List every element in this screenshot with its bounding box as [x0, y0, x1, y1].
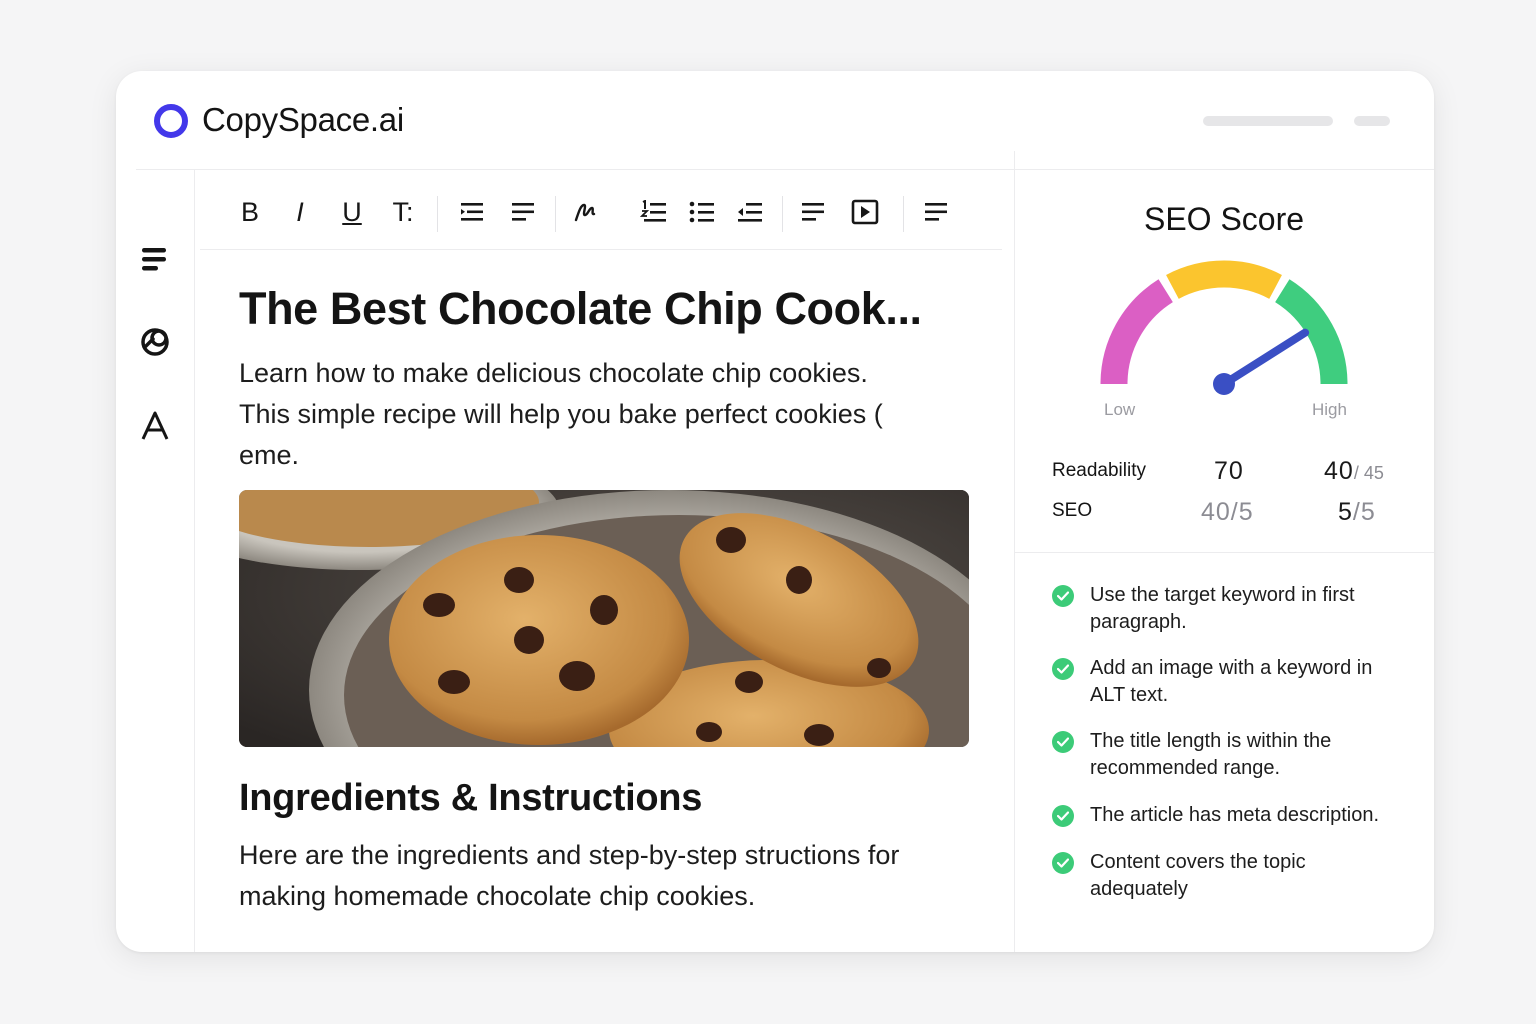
checklist-line: Use the target keyword in first: [1090, 584, 1355, 606]
more-lines-icon[interactable]: [920, 197, 952, 227]
checklist-item-text: Content covers the topic adequately: [1090, 849, 1410, 903]
gauge-low-segment: [1100, 279, 1174, 385]
article-title[interactable]: The Best Chocolate Chip Cook...: [239, 283, 922, 335]
bold-button[interactable]: B: [234, 197, 266, 227]
intro-line: eme.: [239, 440, 300, 470]
overlap-circles-icon[interactable]: [138, 325, 172, 359]
toolbar-separator: [555, 196, 556, 232]
article-intro[interactable]: Learn how to make delicious chocolate ch…: [239, 353, 922, 476]
italic-button[interactable]: I: [284, 197, 316, 227]
header-divider: [136, 169, 1434, 170]
checklist-item-text: Add an image with a keyword in ALT text.: [1090, 655, 1410, 709]
gauge-high-label: High: [1312, 400, 1347, 419]
readability-score-main: 40: [1324, 457, 1354, 485]
font-icon[interactable]: [138, 409, 172, 443]
check-circle-icon: [1052, 852, 1074, 874]
header-placeholder-dot: [1354, 116, 1390, 126]
toolbar-separator: [437, 196, 438, 232]
metrics-divider: [1014, 552, 1434, 553]
formatting-toolbar: B I U T:: [200, 183, 1000, 241]
menu-icon[interactable]: [138, 243, 172, 277]
seo-score-total: /5: [1352, 498, 1376, 526]
seo-score: 5/5: [1338, 498, 1376, 527]
checklist-line: Add an image with a keyword in: [1090, 657, 1373, 679]
checklist-line: Content covers the topic: [1090, 851, 1306, 873]
media-play-icon[interactable]: [849, 197, 881, 227]
seo-value: 40/5: [1201, 498, 1254, 526]
check-circle-icon: [1052, 805, 1074, 827]
intro-line: Learn how to make delicious chocolate ch…: [239, 358, 868, 388]
gauge-needle: [1220, 328, 1310, 388]
indent-icon[interactable]: [456, 197, 488, 227]
toolbar-separator: [903, 196, 904, 232]
checklist-line: ALT text.: [1090, 684, 1169, 706]
header-placeholder-bar: [1203, 116, 1333, 126]
checklist-item-text: The article has meta description.: [1090, 802, 1410, 829]
readability-score: 40/ 45: [1324, 457, 1384, 486]
check-circle-icon: [1052, 585, 1074, 607]
section-body[interactable]: Here are the ingredients and step-by-ste…: [239, 835, 979, 917]
checklist-line: paragraph.: [1090, 611, 1187, 633]
check-circle-icon: [1052, 658, 1074, 680]
seo-gauge: [1100, 260, 1348, 395]
check-circle-icon: [1052, 731, 1074, 753]
readability-label: Readability: [1052, 460, 1146, 481]
sidebar-divider: [194, 170, 195, 952]
seo-label: SEO: [1052, 500, 1093, 521]
text-size-button[interactable]: T:: [387, 197, 419, 227]
toolbar-separator: [782, 196, 783, 232]
bullet-list-icon[interactable]: [686, 197, 718, 227]
checklist-item-text: The title length is within the recommende…: [1090, 728, 1410, 782]
paragraph-icon[interactable]: [797, 197, 829, 227]
checklist-item-text: Use the target keyword in first paragraph…: [1090, 582, 1410, 636]
gauge-high-segment: [1274, 279, 1348, 385]
cookies-image[interactable]: [239, 490, 969, 747]
seo-score-main: 5: [1338, 498, 1353, 526]
app-window: CopySpace.ai B I U T: The Best Chocolate…: [116, 71, 1434, 952]
gauge-low-label: Low: [1104, 400, 1136, 419]
checklist-line: adequately: [1090, 878, 1188, 900]
underline-button[interactable]: U: [336, 197, 368, 227]
signature-icon[interactable]: [569, 197, 601, 227]
section-heading[interactable]: Ingredients & Instructions: [239, 777, 702, 820]
checklist-line: The article has meta description.: [1090, 804, 1380, 826]
checklist-line: The title length is within the: [1090, 730, 1332, 752]
readability-score-total: / 45: [1353, 463, 1384, 483]
align-left-icon[interactable]: [507, 197, 539, 227]
readability-value: 70: [1214, 457, 1244, 485]
outdent-icon[interactable]: [734, 197, 766, 227]
body-line: Here are the ingredients and step-by-ste…: [239, 840, 900, 870]
seo-score-title: SEO Score: [1143, 201, 1305, 237]
app-header: CopySpace.ai: [116, 71, 1434, 170]
brand-name: CopySpace.ai: [202, 101, 404, 138]
checklist-line: recommended range.: [1090, 757, 1281, 779]
gauge-mid-segment: [1166, 260, 1282, 300]
body-line: making homemade chocolate chip cookies.: [239, 881, 756, 911]
intro-line: This simple recipe will help you bake pe…: [239, 399, 883, 429]
toolbar-divider: [200, 249, 1002, 250]
ordered-list-icon[interactable]: [638, 197, 670, 227]
gauge-hub: [1213, 373, 1235, 395]
logo-icon: [154, 104, 188, 138]
